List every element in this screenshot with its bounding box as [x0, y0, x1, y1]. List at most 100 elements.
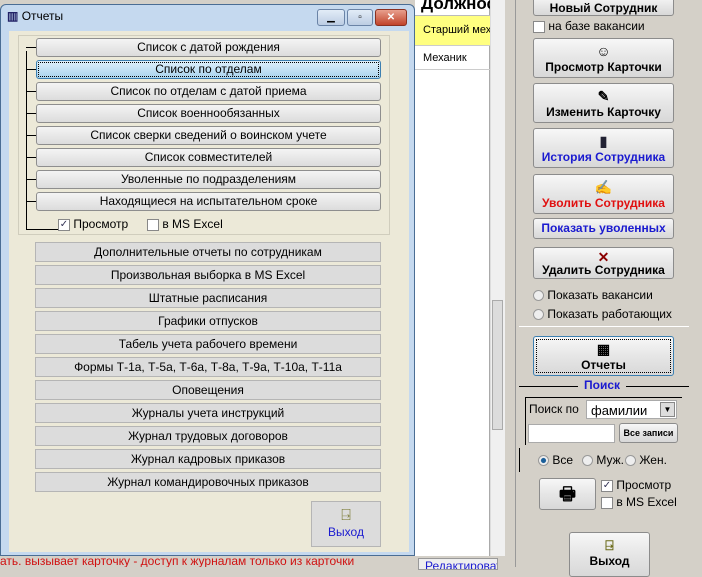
report-button[interactable]: Журнал кадровых приказов	[35, 449, 381, 469]
scrollbar-thumb[interactable]	[492, 300, 503, 430]
tree-branch	[26, 179, 36, 180]
excel-checkbox[interactable]: в MS Excel	[601, 495, 677, 509]
dialog-exit-label: Выход	[328, 525, 364, 539]
on-vacancy-checkbox[interactable]: на базе вакансии	[533, 19, 645, 33]
view-card-button[interactable]: ☺ Просмотр Карточки	[533, 38, 674, 78]
report-button[interactable]: Журнал командировочных приказов	[35, 472, 381, 492]
report-button[interactable]: Оповещения	[35, 380, 381, 400]
report-button[interactable]: Формы Т-1а, Т-5а, Т-6а, Т-8а, Т-9а, Т-10…	[35, 357, 381, 377]
table-icon: ▦	[596, 341, 611, 357]
report-button[interactable]: Уволенные по подразделениям	[36, 170, 381, 189]
report-button[interactable]: Дополнительные отчеты по сотрудникам	[35, 242, 381, 262]
dialog-preview-checkbox[interactable]: ✓ Просмотр	[58, 217, 128, 231]
report-button[interactable]: Находящиеся на испытательном сроке	[36, 192, 381, 211]
employee-grid[interactable]: Должность Старший механик Механик	[415, 0, 490, 556]
show-vacancies-label: Показать вакансии	[547, 288, 653, 302]
gender-female-label: Жен.	[639, 453, 667, 467]
dialog-exit-button[interactable]: ⍈ Выход	[311, 501, 381, 547]
search-field-select[interactable]: фамилии ▼	[586, 400, 677, 419]
tree-branch	[26, 135, 36, 136]
show-vacancies-radio[interactable]: Показать вакансии	[533, 288, 653, 302]
history-label: История Сотрудника	[541, 150, 666, 164]
tree-branch	[26, 69, 36, 70]
tree-branch	[26, 113, 36, 114]
search-field-value: фамилии	[591, 403, 648, 418]
history-button[interactable]: ▮ История Сотрудника	[533, 128, 674, 168]
document-edit-icon: ✍	[594, 179, 613, 195]
show-dismissed-button[interactable]: Показать уволенных	[533, 218, 674, 239]
status-text: ать. вызывает карточку - доступ к журнал…	[0, 556, 355, 567]
reports-dialog: ▥ Отчеты ▁ ▫ ✕ Список с датой рождения Сп…	[0, 4, 415, 556]
search-input[interactable]	[528, 424, 615, 443]
border-line	[519, 448, 520, 472]
delete-employee-button[interactable]: ✕ Удалить Сотрудника	[533, 247, 674, 279]
dialog-title: Отчеты	[21, 9, 64, 23]
search-by-label: Поиск по	[529, 402, 579, 416]
all-records-button[interactable]: Все записи	[619, 423, 678, 443]
new-employee-button[interactable]: Новый Сотрудник	[533, 0, 674, 16]
edit-card-label: Изменить Карточку	[546, 105, 661, 119]
maximize-button[interactable]: ▫	[347, 9, 373, 26]
reports-label: Отчеты	[581, 358, 626, 372]
edit-card-button[interactable]: ✎ Изменить Карточку	[533, 83, 674, 123]
minimize-icon: ▁	[327, 12, 335, 23]
tree-branch	[26, 229, 58, 230]
tree-branch	[26, 157, 36, 158]
gender-all-radio[interactable]: Все	[538, 453, 573, 467]
maximize-icon: ▫	[358, 12, 362, 23]
tree-branch	[26, 201, 36, 202]
delete-label: Удалить Сотрудника	[542, 263, 665, 277]
close-icon: ✕	[386, 12, 396, 23]
gender-male-label: Муж.	[596, 453, 624, 467]
on-vacancy-label: на базе вакансии	[548, 19, 645, 33]
dismiss-button[interactable]: ✍ Уволить Сотрудника	[533, 174, 674, 214]
card-icon: ☺	[596, 43, 611, 59]
report-button[interactable]: Штатные расписания	[35, 288, 381, 308]
vertical-scrollbar[interactable]	[490, 0, 505, 556]
report-button[interactable]: Произвольная выборка в MS Excel	[35, 265, 381, 285]
edit-icon: ✎	[597, 88, 610, 104]
report-button[interactable]: Список по отделам с датой приема	[36, 82, 381, 101]
report-button[interactable]: Журналы учета инструкций	[35, 403, 381, 423]
tree-line	[26, 51, 27, 229]
report-button[interactable]: Список военнообязанных	[36, 104, 381, 123]
table-row[interactable]: Старший механик	[415, 16, 490, 46]
exit-door-icon: ⍈	[341, 507, 351, 524]
column-header-position[interactable]: Должность	[415, 0, 490, 16]
dialog-excel-label: в MS Excel	[162, 217, 223, 231]
show-working-label: Показать работающих	[547, 307, 672, 321]
view-card-label: Просмотр Карточки	[545, 60, 662, 74]
right-panel: Новый Сотрудник на базе вакансии ☺ Просмо…	[515, 0, 702, 577]
gender-female-radio[interactable]: Жен.	[625, 453, 667, 467]
edit-button[interactable]: Редактировать	[418, 558, 498, 570]
dialog-preview-label: Просмотр	[73, 217, 129, 231]
print-button[interactable]: 🖶	[539, 478, 596, 510]
show-working-radio[interactable]: Показать работающих	[533, 307, 672, 321]
report-button[interactable]: Список с датой рождения	[36, 38, 381, 57]
tree-branch	[26, 47, 36, 48]
minimize-button[interactable]: ▁	[317, 9, 345, 26]
dialog-titlebar[interactable]: ▥ Отчеты	[7, 9, 63, 29]
dialog-excel-checkbox[interactable]: в MS Excel	[147, 217, 223, 231]
chevron-down-icon[interactable]: ▼	[660, 402, 675, 417]
report-button[interactable]: Табель учета рабочего времени	[35, 334, 381, 354]
exit-door-icon: ⍈	[605, 537, 614, 553]
table-row[interactable]: Механик	[415, 46, 490, 70]
dismiss-label: Уволить Сотрудника	[542, 196, 665, 210]
preview-label: Просмотр	[616, 478, 672, 492]
printer-icon: 🖶	[559, 484, 576, 504]
report-button[interactable]: Журнал трудовых договоров	[35, 426, 381, 446]
report-button[interactable]: Графики отпусков	[35, 311, 381, 331]
book-icon: ▮	[599, 133, 608, 149]
dialog-content: Список с датой рождения Список по отделам…	[9, 31, 409, 552]
report-button[interactable]: Список сверки сведений о воинском учете	[36, 126, 381, 145]
report-button[interactable]: Список по отделам	[36, 60, 381, 79]
main-exit-button[interactable]: ⍈ Выход	[569, 532, 650, 577]
tree-branch	[26, 91, 36, 92]
reports-button[interactable]: ▦ Отчеты	[533, 336, 674, 376]
close-button[interactable]: ✕	[375, 9, 407, 26]
gender-male-radio[interactable]: Муж.	[582, 453, 624, 467]
report-button[interactable]: Список совместителей	[36, 148, 381, 167]
preview-checkbox[interactable]: ✓ Просмотр	[601, 478, 671, 492]
search-title: Поиск	[578, 378, 627, 392]
